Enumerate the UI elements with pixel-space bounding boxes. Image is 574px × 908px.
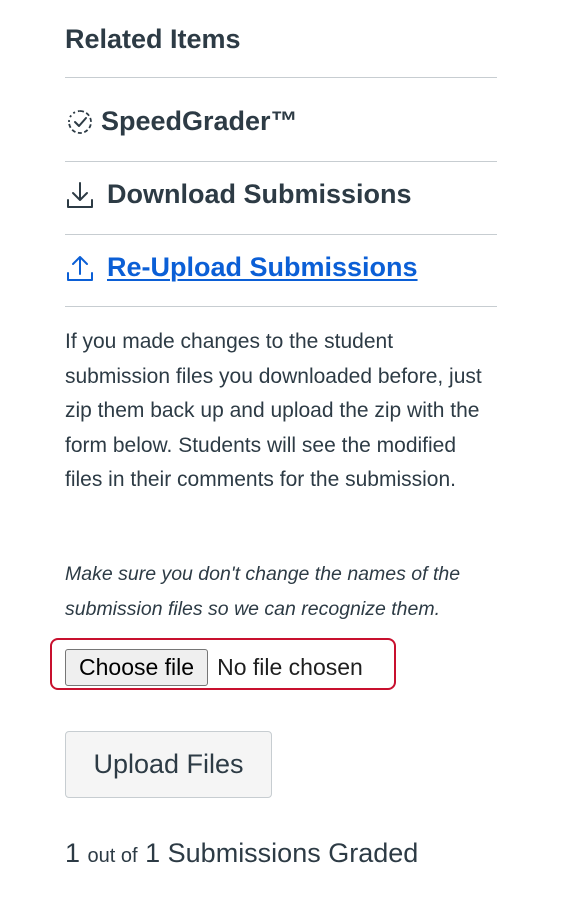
graded-suffix: Submissions Graded xyxy=(167,838,419,868)
upload-icon xyxy=(65,253,95,283)
download-icon xyxy=(65,180,95,210)
upload-files-button[interactable]: Upload Files xyxy=(65,731,272,798)
file-status-text: No file chosen xyxy=(217,654,363,680)
grading-progress: 1 out of 1 Submissions Graded xyxy=(65,838,418,869)
speedgrader-label: SpeedGrader™ xyxy=(101,106,298,136)
reupload-description: If you made changes to the student submi… xyxy=(65,330,482,492)
file-input[interactable]: Choose file No file chosen xyxy=(65,649,363,686)
divider xyxy=(65,306,497,307)
download-submissions-label: Download Submissions xyxy=(107,179,412,209)
reupload-submissions-link[interactable]: Re-Upload Submissions xyxy=(65,252,418,283)
divider xyxy=(65,161,497,162)
speedgrader-link[interactable]: SpeedGrader™ xyxy=(65,106,298,137)
total-count: 1 xyxy=(145,838,161,868)
reupload-submissions-label: Re-Upload Submissions xyxy=(107,252,418,282)
divider xyxy=(65,234,497,235)
choose-file-button[interactable]: Choose file xyxy=(65,649,209,686)
download-submissions-link[interactable]: Download Submissions xyxy=(65,179,412,210)
related-items-heading: Related Items xyxy=(65,24,241,54)
out-of-text: out of xyxy=(87,845,138,867)
speedgrader-icon xyxy=(65,107,95,137)
graded-count: 1 xyxy=(65,838,81,868)
filename-warning-note: Make sure you don't change the names of … xyxy=(65,563,461,620)
divider xyxy=(65,77,497,78)
